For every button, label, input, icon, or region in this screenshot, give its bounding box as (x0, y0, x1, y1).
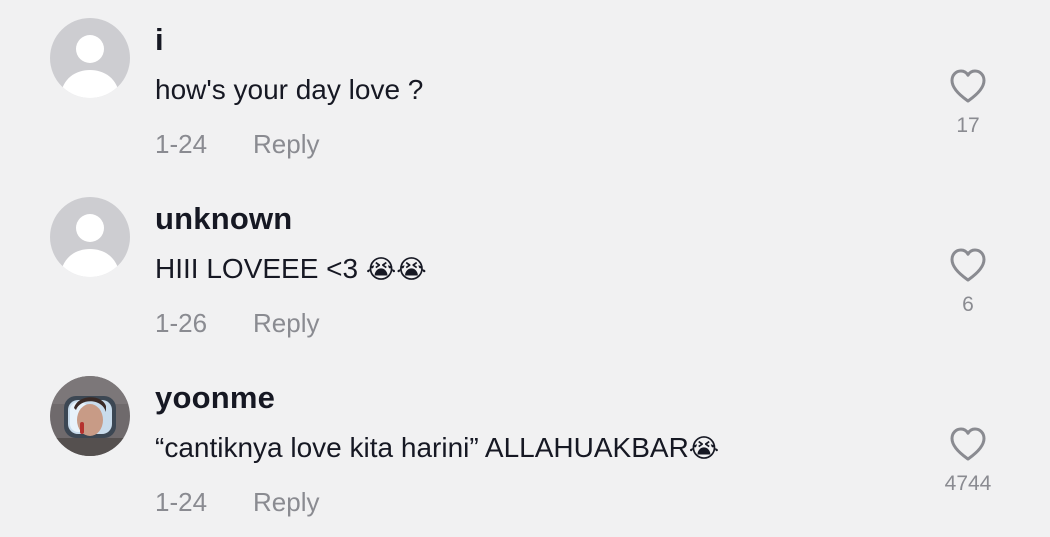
comment-username[interactable]: i (155, 22, 164, 58)
default-avatar-icon (50, 197, 130, 277)
reply-button[interactable]: Reply (253, 129, 319, 159)
reply-button[interactable]: Reply (253, 308, 319, 338)
comment-text: “cantiknya love kita harini” ALLAHUAKBAR… (155, 431, 719, 466)
comment-username[interactable]: unknown (155, 201, 292, 237)
crying-emoji: 😭😭 (365, 255, 427, 285)
default-avatar-icon (50, 18, 130, 98)
comment-item: unknown HIII LOVEEE <3 😭😭 1-26 Reply 6 (0, 179, 1050, 358)
like-count: 4744 (944, 472, 992, 495)
comment-meta: 1-24 Reply (155, 129, 319, 159)
comment-item: i how's your day love ? 1-24 Reply 17 (0, 0, 1050, 179)
comment-username[interactable]: yoonme (155, 380, 275, 416)
comment-meta: 1-24 Reply (155, 487, 319, 517)
comment-text-content: “cantiknya love kita harini” ALLAHUAKBAR (155, 432, 689, 463)
like-control: 4744 (918, 426, 1018, 496)
like-control: 17 (918, 68, 1018, 138)
comment-date: 1-24 (155, 129, 208, 159)
avatar[interactable] (50, 376, 130, 456)
heart-icon[interactable] (949, 68, 987, 104)
comment-date: 1-24 (155, 487, 208, 517)
comment-text: how's your day love ? (155, 74, 424, 105)
comment-text: HIII LOVEEE <3 😭😭 (155, 252, 427, 287)
comment-item: yoonme “cantiknya love kita harini” ALLA… (0, 358, 1050, 537)
crying-emoji: 😭 (688, 434, 720, 464)
like-control: 6 (918, 247, 1018, 317)
comment-date: 1-26 (155, 308, 208, 338)
comment-meta: 1-26 Reply (155, 308, 319, 338)
heart-icon[interactable] (949, 247, 987, 283)
photo-avatar (50, 376, 130, 456)
comment-text-content: HIII LOVEEE <3 (155, 253, 366, 284)
like-count: 17 (956, 114, 980, 137)
heart-icon[interactable] (949, 426, 987, 462)
like-count: 6 (962, 293, 974, 316)
avatar[interactable] (50, 18, 130, 98)
avatar[interactable] (50, 197, 130, 277)
reply-button[interactable]: Reply (253, 487, 319, 517)
